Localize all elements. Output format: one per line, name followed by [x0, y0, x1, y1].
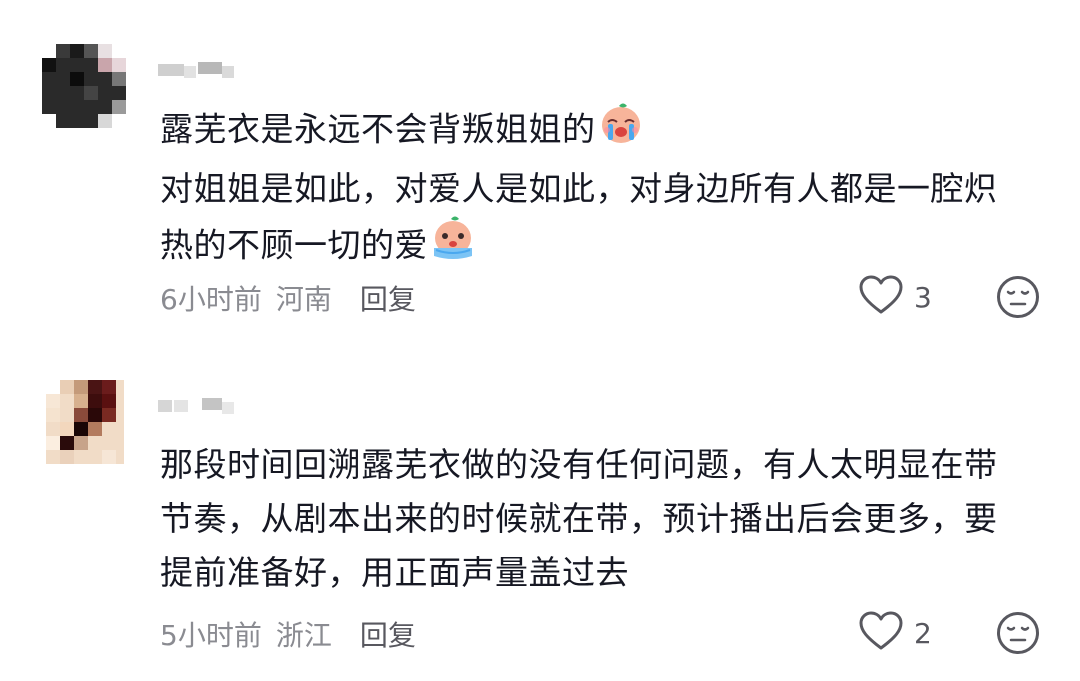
- comment-location: 河南: [275, 283, 332, 316]
- comment-text: 那段时间回溯露芜衣做的没有任何问题，有人太明显在带 节奏，从剧本出来的时候就在带…: [160, 438, 1040, 600]
- comment-line: 那段时间回溯露芜衣做的没有任何问题，有人太明显在带: [160, 445, 998, 484]
- comment-meta: 6小时前 河南 回复: [160, 278, 416, 318]
- comment-line: 露芜衣是永远不会背叛姐姐的: [160, 100, 1040, 162]
- sobbing-face-emoji: [430, 216, 476, 278]
- heart-outline-icon: [858, 610, 904, 656]
- comment-meta: 5小时前 浙江 回复: [160, 614, 416, 654]
- comment-text: 露芜衣是永远不会背叛姐姐的 对姐姐是如此，对爱人是如此，对身边所有人都是一腔炽 …: [160, 100, 1040, 278]
- like-button[interactable]: 3: [858, 275, 932, 319]
- comment-item: 露芜衣是永远不会背叛姐姐的 对姐姐是如此，对爱人是如此，对身边所有人都是一腔炽 …: [0, 0, 1080, 340]
- comment-time: 6小时前: [160, 283, 262, 316]
- avatar[interactable]: [46, 380, 124, 464]
- comment-line: 热的不顾一切的爱: [160, 216, 1040, 278]
- crying-face-emoji: [598, 100, 644, 162]
- comment-time: 5小时前: [160, 619, 262, 652]
- reply-button[interactable]: 回复: [360, 283, 416, 316]
- dislike-button[interactable]: [996, 611, 1040, 655]
- neutral-face-icon: [996, 276, 1040, 323]
- like-button[interactable]: 2: [858, 611, 932, 655]
- reply-button[interactable]: 回复: [360, 619, 416, 652]
- comment-line: 提前准备好，用正面声量盖过去: [160, 553, 629, 592]
- like-count: 2: [914, 616, 932, 650]
- comment-location: 浙江: [275, 619, 332, 652]
- comment-line: 对姐姐是如此，对爱人是如此，对身边所有人都是一腔炽: [160, 169, 998, 208]
- like-count: 3: [914, 280, 932, 314]
- comment-line: 节奏，从剧本出来的时候就在带，预计播出后会更多，要: [160, 499, 998, 538]
- dislike-button[interactable]: [996, 275, 1040, 319]
- avatar[interactable]: [42, 44, 126, 128]
- heart-outline-icon: [858, 274, 904, 320]
- username[interactable]: [158, 396, 238, 416]
- neutral-face-icon: [996, 612, 1040, 659]
- comment-item: 那段时间回溯露芜衣做的没有任何问题，有人太明显在带 节奏，从剧本出来的时候就在带…: [0, 340, 1080, 681]
- username[interactable]: [158, 60, 238, 80]
